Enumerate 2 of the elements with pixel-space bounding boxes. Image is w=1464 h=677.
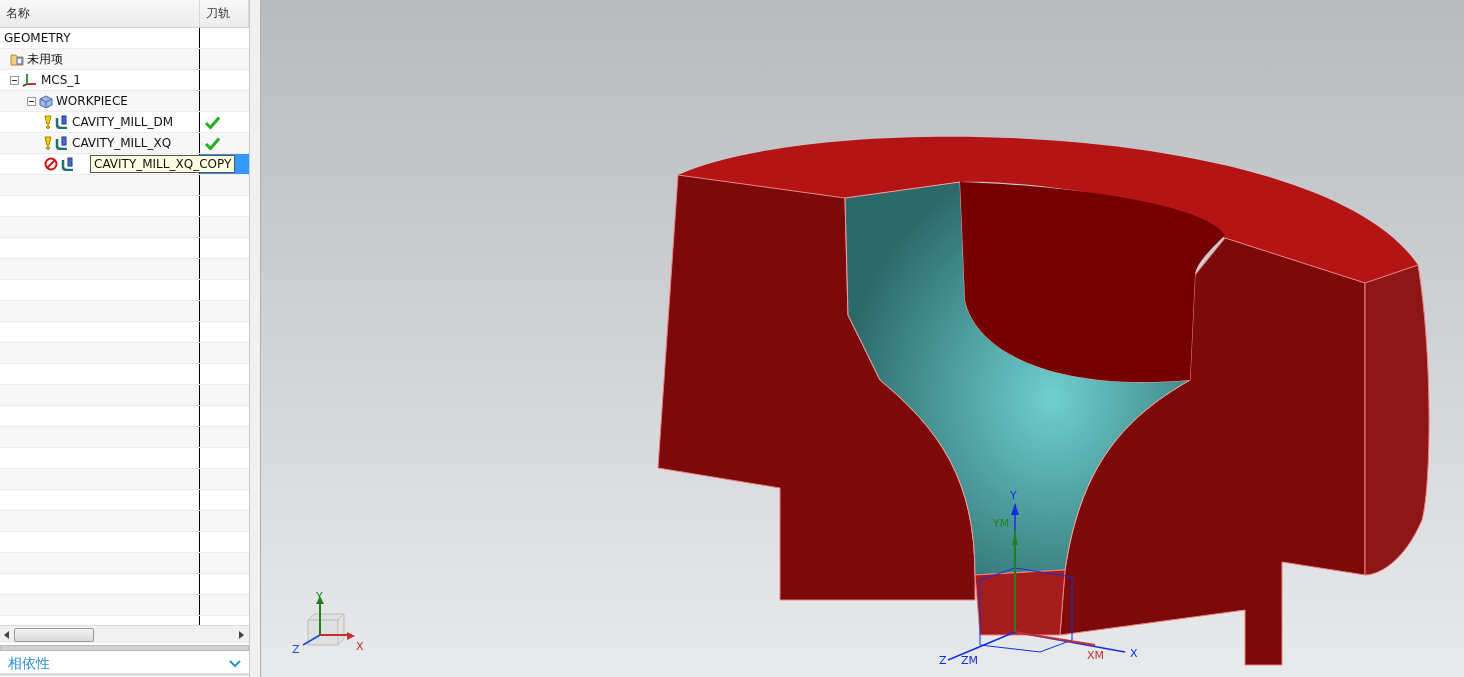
tooltip: CAVITY_MILL_XQ_COPY (90, 155, 236, 173)
work-coordinate-axes-drawing: Y YM Z ZM XM X (939, 489, 1138, 667)
